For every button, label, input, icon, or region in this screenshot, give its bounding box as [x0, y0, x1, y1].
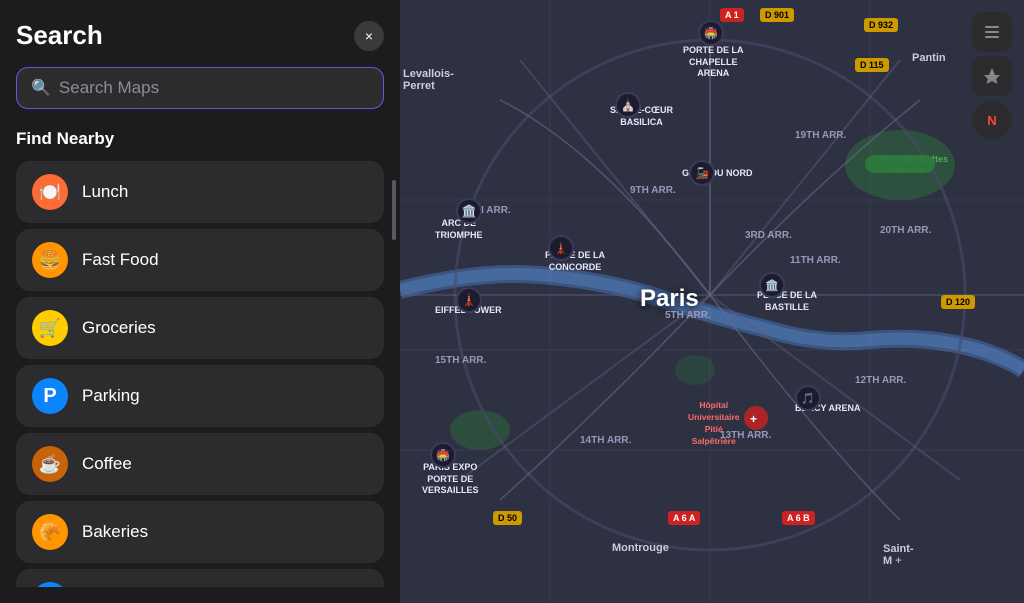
map-container[interactable]: Parc des Buttes Chaumont — [400, 0, 1024, 603]
lunch-label: Lunch — [82, 182, 128, 202]
coffee-icon: ☕ — [32, 446, 68, 482]
sidebar: Search × 🔍 Find Nearby 🍽️ Lunch 🍔 Fast Food… — [0, 0, 400, 603]
svg-text:+: + — [750, 412, 757, 426]
coffee-label: Coffee — [82, 454, 132, 474]
sidebar-header: Search × — [16, 20, 384, 51]
nearby-item-bakeries[interactable]: 🥐 Bakeries — [16, 501, 384, 563]
parking-label: Parking — [82, 386, 140, 406]
search-container[interactable]: 🔍 — [16, 67, 384, 109]
groceries-icon: 🛒 — [32, 310, 68, 346]
nearby-item-coffee[interactable]: ☕ Coffee — [16, 433, 384, 495]
scroll-indicator — [392, 180, 396, 240]
location-button[interactable] — [972, 56, 1012, 96]
find-nearby-label: Find Nearby — [16, 129, 384, 149]
page-title: Search — [16, 20, 103, 51]
nearby-item-parking[interactable]: P Parking — [16, 365, 384, 427]
nearby-item-groceries[interactable]: 🛒 Groceries — [16, 297, 384, 359]
lunch-icon: 🍽️ — [32, 174, 68, 210]
bakeries-icon: 🥐 — [32, 514, 68, 550]
layers-button[interactable] — [972, 12, 1012, 52]
bakeries-label: Bakeries — [82, 522, 148, 542]
nearby-item-lunch[interactable]: 🍽️ Lunch — [16, 161, 384, 223]
search-icon: 🔍 — [31, 78, 51, 98]
nearby-item-fast-food[interactable]: 🍔 Fast Food — [16, 229, 384, 291]
fast-food-label: Fast Food — [82, 250, 159, 270]
fast-food-icon: 🍔 — [32, 242, 68, 278]
gas-stations-icon: ⛽ — [32, 582, 68, 587]
map-controls: N — [972, 12, 1012, 140]
nearby-list: 🍽️ Lunch 🍔 Fast Food 🛒 Groceries P Parking ☕ Coff… — [16, 161, 384, 587]
nearby-item-gas-stations[interactable]: ⛽Gas Stations — [16, 569, 384, 587]
groceries-label: Groceries — [82, 318, 156, 338]
map-background: Parc des Buttes Chaumont — [400, 0, 1024, 603]
parking-icon: P — [32, 378, 68, 414]
search-input[interactable] — [59, 78, 369, 98]
close-button[interactable]: × — [354, 21, 384, 51]
compass-button[interactable]: N — [972, 100, 1012, 140]
